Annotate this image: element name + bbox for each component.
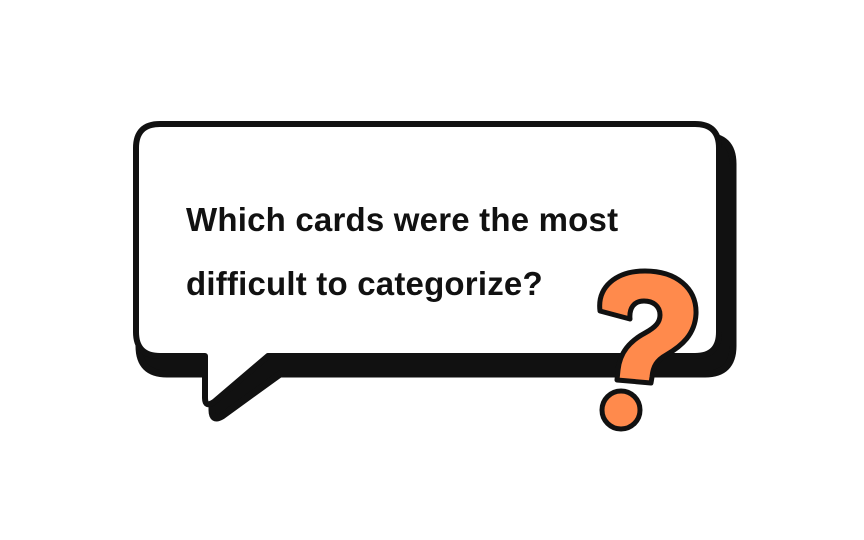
question-text: Which cards were the most difficult to c…	[186, 188, 706, 316]
illustration-canvas: Which cards were the most difficult to c…	[0, 0, 864, 540]
question-mark-dot	[599, 388, 643, 432]
question-line-1: Which cards were the most	[186, 201, 619, 238]
question-line-2: difficult to categorize?	[186, 265, 543, 302]
